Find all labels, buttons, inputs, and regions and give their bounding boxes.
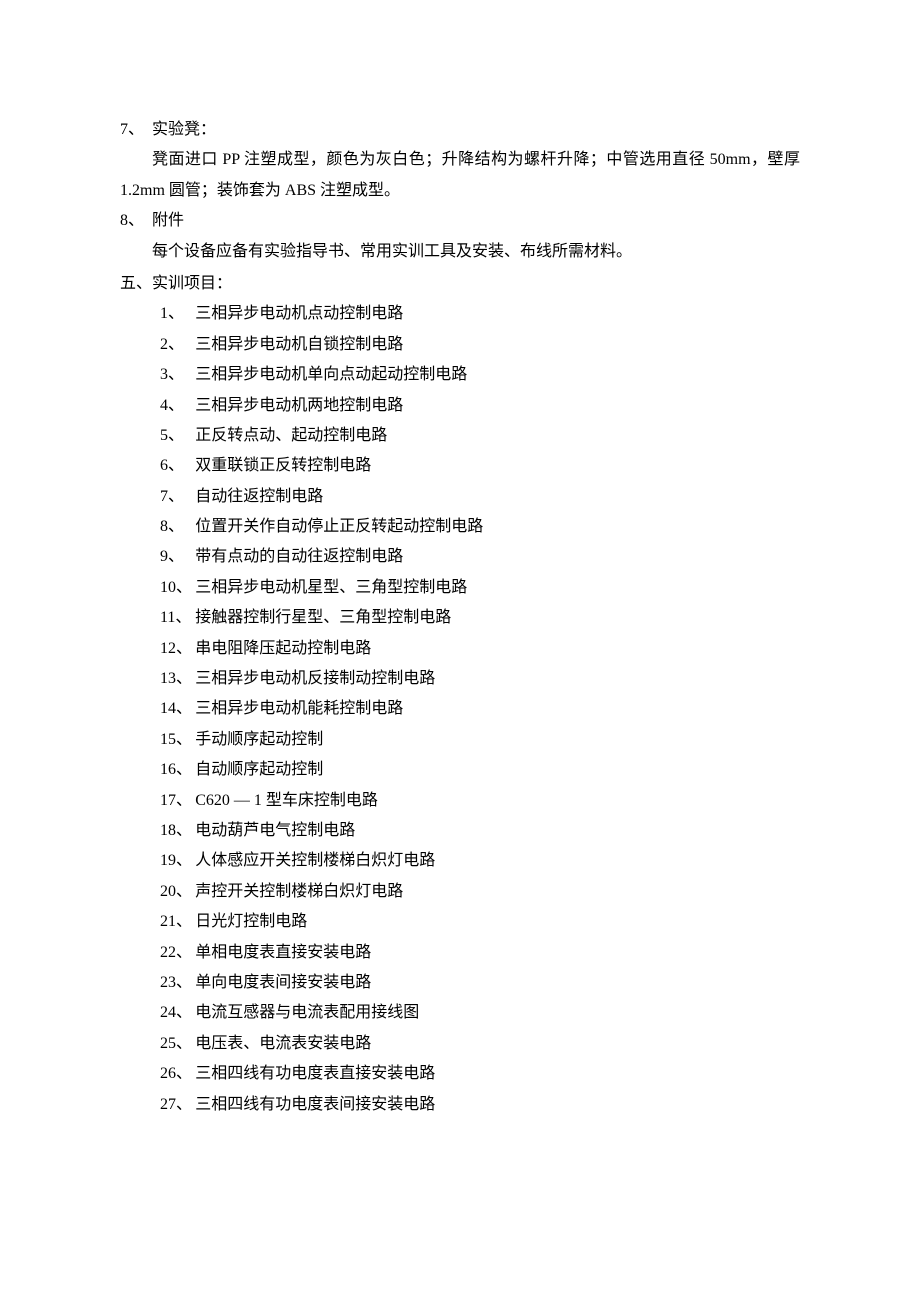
- item-text: 三相四线有功电度表直接安装电路: [195, 1059, 435, 1089]
- section-8-number: 8、: [120, 206, 152, 236]
- list-item: 9、 带有点动的自动往返控制电路: [160, 542, 800, 572]
- item-text: 接触器控制行星型、三角型控制电路: [195, 603, 451, 633]
- section-7-number: 7、: [120, 115, 152, 145]
- item-index: 27、: [160, 1090, 195, 1120]
- list-item: 22、 单相电度表直接安装电路: [160, 938, 800, 968]
- list-item: 17、 C620 — 1 型车床控制电路: [160, 786, 800, 816]
- list-item: 16、 自动顺序起动控制: [160, 755, 800, 785]
- list-item: 12、 串电阻降压起动控制电路: [160, 634, 800, 664]
- list-item: 6、 双重联锁正反转控制电路: [160, 451, 800, 481]
- item-text: 三相四线有功电度表间接安装电路: [195, 1090, 435, 1120]
- item-text: 自动顺序起动控制: [195, 755, 323, 785]
- list-item: 26、 三相四线有功电度表直接安装电路: [160, 1059, 800, 1089]
- section-five-heading: 五、 实训项目：: [120, 269, 800, 299]
- item-text: 串电阻降压起动控制电路: [195, 634, 371, 664]
- item-index: 20、: [160, 877, 195, 907]
- list-item: 3、 三相异步电动机单向点动起动控制电路: [160, 360, 800, 390]
- item-index: 8、: [160, 512, 195, 542]
- item-index: 22、: [160, 938, 195, 968]
- item-text: 双重联锁正反转控制电路: [195, 451, 371, 481]
- item-text: 三相异步电动机两地控制电路: [195, 391, 403, 421]
- list-item: 8、 位置开关作自动停止正反转起动控制电路: [160, 512, 800, 542]
- item-text: 单相电度表直接安装电路: [195, 938, 371, 968]
- list-item: 24、 电流互感器与电流表配用接线图: [160, 998, 800, 1028]
- list-item: 11、 接触器控制行星型、三角型控制电路: [160, 603, 800, 633]
- item-text: 电流互感器与电流表配用接线图: [195, 998, 419, 1028]
- item-text: 声控开关控制楼梯白炽灯电路: [195, 877, 403, 907]
- item-text: 带有点动的自动往返控制电路: [195, 542, 403, 572]
- item-text: 手动顺序起动控制: [195, 725, 323, 755]
- list-item: 4、 三相异步电动机两地控制电路: [160, 391, 800, 421]
- list-item: 1、 三相异步电动机点动控制电路: [160, 299, 800, 329]
- item-text: 人体感应开关控制楼梯白炽灯电路: [195, 846, 435, 876]
- item-index: 4、: [160, 391, 195, 421]
- item-text: 三相异步电动机单向点动起动控制电路: [195, 360, 467, 390]
- item-index: 6、: [160, 451, 195, 481]
- list-item: 7、 自动往返控制电路: [160, 482, 800, 512]
- list-item: 23、 单向电度表间接安装电路: [160, 968, 800, 998]
- item-text: 位置开关作自动停止正反转起动控制电路: [195, 512, 483, 542]
- list-item: 25、 电压表、电流表安装电路: [160, 1029, 800, 1059]
- item-index: 13、: [160, 664, 195, 694]
- item-index: 26、: [160, 1059, 195, 1089]
- item-text: 日光灯控制电路: [195, 907, 307, 937]
- list-item: 5、 正反转点动、起动控制电路: [160, 421, 800, 451]
- section-7-heading: 7、 实验凳：: [120, 115, 800, 145]
- item-text: C620 — 1 型车床控制电路: [195, 786, 378, 816]
- list-item: 19、 人体感应开关控制楼梯白炽灯电路: [160, 846, 800, 876]
- item-index: 18、: [160, 816, 195, 846]
- list-item: 10、 三相异步电动机星型、三角型控制电路: [160, 573, 800, 603]
- item-text: 三相异步电动机能耗控制电路: [195, 694, 403, 724]
- item-index: 11、: [160, 603, 195, 633]
- document-page: 7、 实验凳： 凳面进口 PP 注塑成型，颜色为灰白色；升降结构为螺杆升降；中管…: [0, 0, 920, 1180]
- item-index: 5、: [160, 421, 195, 451]
- section-8-title: 附件: [152, 206, 184, 236]
- item-index: 16、: [160, 755, 195, 785]
- item-index: 7、: [160, 482, 195, 512]
- item-index: 9、: [160, 542, 195, 572]
- item-text: 三相异步电动机反接制动控制电路: [195, 664, 435, 694]
- item-index: 14、: [160, 694, 195, 724]
- training-list: 1、 三相异步电动机点动控制电路 2、 三相异步电动机自锁控制电路 3、 三相异…: [120, 299, 800, 1120]
- item-index: 17、: [160, 786, 195, 816]
- list-item: 13、 三相异步电动机反接制动控制电路: [160, 664, 800, 694]
- item-index: 1、: [160, 299, 195, 329]
- section-five-title: 实训项目：: [152, 269, 232, 299]
- item-text: 电压表、电流表安装电路: [195, 1029, 371, 1059]
- item-text: 自动往返控制电路: [195, 482, 323, 512]
- list-item: 20、 声控开关控制楼梯白炽灯电路: [160, 877, 800, 907]
- item-text: 电动葫芦电气控制电路: [195, 816, 355, 846]
- item-index: 21、: [160, 907, 195, 937]
- item-text: 三相异步电动机星型、三角型控制电路: [195, 573, 467, 603]
- list-item: 18、 电动葫芦电气控制电路: [160, 816, 800, 846]
- list-item: 14、 三相异步电动机能耗控制电路: [160, 694, 800, 724]
- section-8-body: 每个设备应备有实验指导书、常用实训工具及安装、布线所需材料。: [120, 237, 800, 267]
- item-index: 3、: [160, 360, 195, 390]
- item-index: 19、: [160, 846, 195, 876]
- item-text: 单向电度表间接安装电路: [195, 968, 371, 998]
- item-index: 10、: [160, 573, 195, 603]
- item-index: 2、: [160, 330, 195, 360]
- section-7-title: 实验凳：: [152, 115, 216, 145]
- item-text: 三相异步电动机点动控制电路: [195, 299, 403, 329]
- item-index: 23、: [160, 968, 195, 998]
- section-7-body: 凳面进口 PP 注塑成型，颜色为灰白色；升降结构为螺杆升降；中管选用直径 50m…: [120, 145, 800, 206]
- item-index: 25、: [160, 1029, 195, 1059]
- item-text: 三相异步电动机自锁控制电路: [195, 330, 403, 360]
- list-item: 27、 三相四线有功电度表间接安装电路: [160, 1090, 800, 1120]
- item-index: 24、: [160, 998, 195, 1028]
- section-8-heading: 8、 附件: [120, 206, 800, 236]
- item-index: 15、: [160, 725, 195, 755]
- list-item: 15、 手动顺序起动控制: [160, 725, 800, 755]
- section-five-number: 五、: [120, 269, 152, 299]
- list-item: 2、 三相异步电动机自锁控制电路: [160, 330, 800, 360]
- list-item: 21、 日光灯控制电路: [160, 907, 800, 937]
- item-index: 12、: [160, 634, 195, 664]
- item-text: 正反转点动、起动控制电路: [195, 421, 387, 451]
